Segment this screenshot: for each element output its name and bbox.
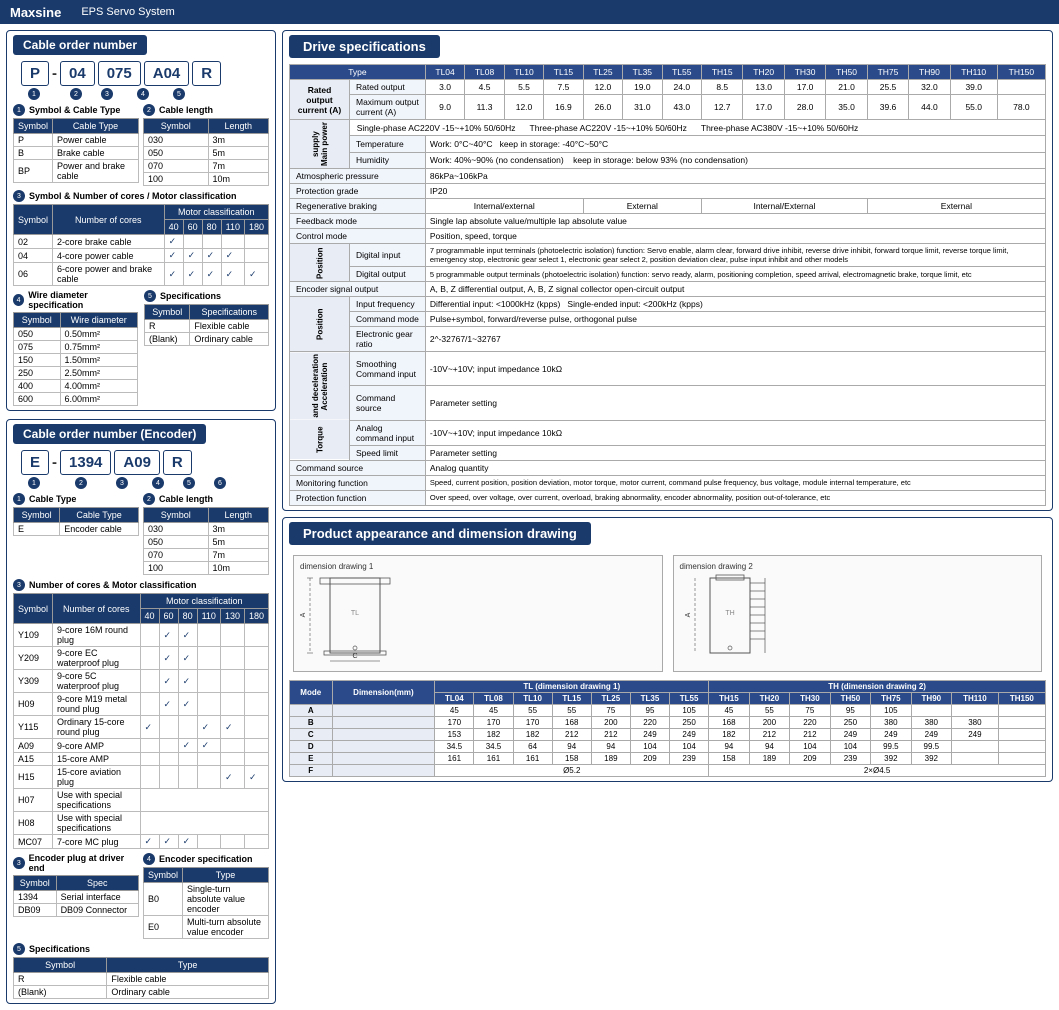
- enc-seg-3: A09: [114, 450, 160, 475]
- tl-outline-svg: A C TL: [300, 573, 480, 663]
- dimension-drawings: dimension drawing 1: [289, 551, 1046, 676]
- encoder-order-title: Cable order number (Encoder): [13, 424, 206, 444]
- cores-motor-table: Symbol Number of cores Motor classificat…: [13, 204, 269, 286]
- svg-text:TH: TH: [725, 610, 734, 617]
- svg-text:C: C: [352, 653, 357, 660]
- header: Maxsine EPS Servo System: [0, 0, 1059, 24]
- svg-text:A: A: [300, 612, 307, 617]
- enc-cores-table: Symbol Number of cores Motor classificat…: [13, 593, 269, 849]
- pn-seg-1: P: [21, 61, 49, 86]
- pn-seg-3: 075: [98, 61, 141, 86]
- spec-type-table: SymbolSpecifications RFlexible cable (Bl…: [144, 304, 269, 346]
- drive-spec-section: Drive specifications Type TL04TL08TL10TL…: [282, 30, 1053, 511]
- dimension-drawing-2: dimension drawing 2: [673, 555, 1043, 672]
- enc-spec-table: SymbolType B0Single-turn absolute value …: [143, 867, 269, 939]
- cable-order-title: Cable order number: [13, 35, 147, 55]
- svg-text:TL: TL: [351, 610, 359, 617]
- right-panel: Drive specifications Type TL04TL08TL10TL…: [282, 30, 1053, 1004]
- cable-order-section: Cable order number P - 04 075 A04 R 1 2 …: [6, 30, 276, 411]
- cable-length-table: SymbolLength 0303m 0505m 0707m 10010m: [143, 118, 269, 186]
- svg-text:A: A: [685, 612, 692, 617]
- enc-seg-2: 1394: [60, 450, 111, 475]
- enc-cable-length-table: SymbolLength 0303m 0505m 0707m 10010m: [143, 507, 269, 575]
- left-panel: Cable order number P - 04 075 A04 R 1 2 …: [6, 30, 276, 1004]
- logo: Maxsine: [10, 5, 61, 20]
- enc-cable-type-table: SymbolCable Type EEncoder cable: [13, 507, 139, 536]
- header-subtitle: EPS Servo System: [81, 6, 175, 18]
- dimension-table: Mode Dimension(mm) TL (dimension drawing…: [289, 680, 1046, 777]
- encoder-order-section: Cable order number (Encoder) E - 1394 A0…: [6, 419, 276, 1004]
- pn-seg-4: A04: [144, 61, 190, 86]
- enc-plug-table: SymbolSpec 1394Serial interface DB09DB09…: [13, 875, 139, 917]
- drive-spec-table: Type TL04TL08TL10TL15TL25TL35TL55 TH15TH…: [289, 64, 1046, 506]
- enc-seg-1: E: [21, 450, 49, 475]
- wire-diam-table: SymbolWire diameter 0500.50mm² 0750.75mm…: [13, 312, 138, 406]
- enc-flex-table: SymbolType RFlexible cable (Blank)Ordina…: [13, 957, 269, 999]
- th-outline-svg: TH A: [680, 573, 880, 663]
- product-appearance-section: Product appearance and dimension drawing…: [282, 517, 1053, 782]
- enc-seg-4: R: [163, 450, 192, 475]
- pn-seg-5: R: [192, 61, 221, 86]
- pn-seg-2: 04: [60, 61, 95, 86]
- product-appearance-title: Product appearance and dimension drawing: [289, 522, 591, 545]
- cable-type-table: SymbolCable Type PPower cable BBrake cab…: [13, 118, 139, 183]
- drive-spec-title: Drive specifications: [289, 35, 440, 58]
- dimension-drawing-1: dimension drawing 1: [293, 555, 663, 672]
